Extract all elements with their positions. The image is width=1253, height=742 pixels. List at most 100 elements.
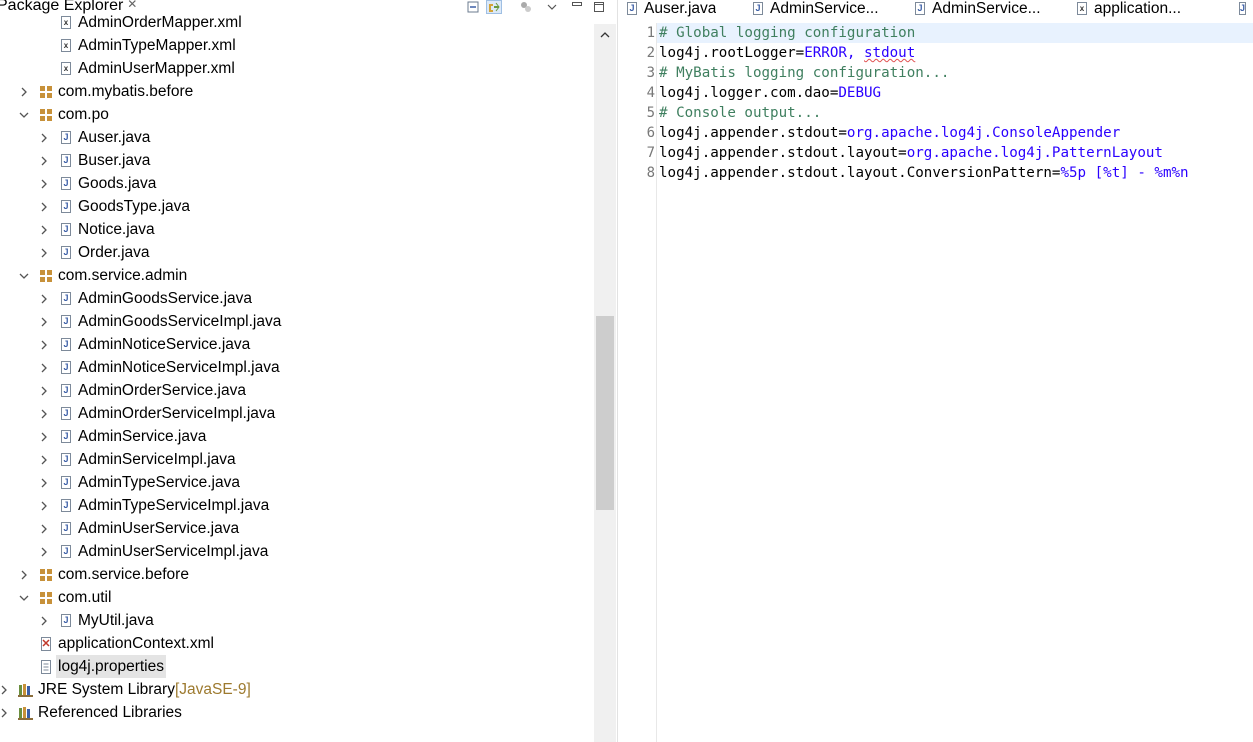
editor-tab[interactable]: JM (1235, 0, 1253, 17)
explorer-scrollbar[interactable] (594, 24, 616, 742)
chevron-right-icon[interactable] (18, 569, 30, 581)
code-line[interactable]: log4j.appender.stdout.layout.ConversionP… (659, 163, 1189, 183)
tree-item-label: com.service.before (58, 566, 189, 583)
chevron-down-icon[interactable] (18, 270, 30, 282)
properties-editor[interactable]: 1 2 3 4 5 6 7 8 # Global logging configuration l… (623, 23, 1253, 742)
tree-item-label: Notice.java (78, 221, 155, 238)
chevron-right-icon[interactable] (0, 707, 10, 719)
tree-item[interactable]: J MyUtil.java (38, 609, 154, 632)
tree-item-label: Order.java (78, 244, 150, 261)
chevron-down-icon[interactable] (18, 109, 30, 121)
tree-item[interactable]: com.util (18, 586, 111, 609)
chevron-right-icon[interactable] (38, 224, 50, 236)
gutter-separator (656, 23, 657, 742)
chevron-right-icon[interactable] (18, 86, 30, 98)
tree-item[interactable]: log4j.properties (18, 655, 166, 678)
chevron-right-icon[interactable] (38, 316, 50, 328)
scroll-up-icon[interactable] (594, 24, 616, 46)
chevron-right-icon[interactable] (38, 339, 50, 351)
tree-item[interactable]: J AdminTypeService.java (38, 471, 240, 494)
code-line[interactable]: log4j.logger.com.dao=DEBUG (659, 83, 881, 103)
key-token: log4j.appender.stdout.layout.ConversionP… (659, 165, 1061, 181)
tree-item[interactable]: com.mybatis.before (18, 80, 193, 103)
minimize-icon[interactable] (569, 0, 585, 14)
scroll-thumb[interactable] (596, 316, 614, 510)
tree-item[interactable]: com.service.before (18, 563, 189, 586)
tree-item-label: AdminTypeServiceImpl.java (78, 497, 270, 514)
tree-item[interactable]: J AdminService.java (38, 425, 206, 448)
code-line[interactable]: log4j.rootLogger=ERROR, stdout (659, 43, 915, 63)
tree-item-label: Goods.java (78, 175, 157, 192)
tree-item-label: com.service.admin (58, 267, 188, 284)
tree-item[interactable]: J Goods.java (38, 172, 156, 195)
code-line[interactable]: log4j.appender.stdout=org.apache.log4j.C… (659, 123, 1120, 143)
java-file-icon: J (61, 154, 71, 167)
tree-item[interactable]: JRE System Library [JavaSE-9] (0, 678, 251, 701)
chevron-right-icon[interactable] (38, 523, 50, 535)
java-file-icon: J (61, 522, 71, 535)
chevron-right-icon[interactable] (38, 247, 50, 259)
key-token: log4j.appender.stdout= (659, 125, 847, 141)
tree-item[interactable]: com.po (18, 103, 109, 126)
tree-item[interactable]: Referenced Libraries (0, 701, 182, 724)
tree-item[interactable]: J Notice.java (38, 218, 155, 241)
code-line[interactable]: # Console output... (659, 103, 821, 123)
tree-item[interactable]: J Auser.java (38, 126, 150, 149)
chevron-right-icon[interactable] (38, 293, 50, 305)
tree-item[interactable]: J Buser.java (38, 149, 150, 172)
editor-tab[interactable]: J AdminService... (749, 0, 879, 17)
chevron-down-icon[interactable] (18, 592, 30, 604)
tree-item[interactable]: J AdminUserService.java (38, 517, 239, 540)
chevron-right-icon[interactable] (38, 408, 50, 420)
tree-item[interactable]: x AdminUserMapper.xml (38, 57, 235, 80)
line-number: 5 (646, 105, 655, 121)
tree-item[interactable]: J AdminGoodsServiceImpl.java (38, 310, 281, 333)
java-file-icon: J (753, 2, 763, 15)
chevron-right-icon[interactable] (38, 385, 50, 397)
chevron-right-icon[interactable] (38, 201, 50, 213)
chevron-right-icon[interactable] (38, 454, 50, 466)
chevron-right-icon[interactable] (38, 431, 50, 443)
link-with-editor-icon[interactable] (486, 0, 502, 14)
code-line[interactable]: log4j.appender.stdout.layout=org.apache.… (659, 143, 1163, 163)
tree-item[interactable]: J AdminOrderService.java (38, 379, 246, 402)
view-menu-icon[interactable] (544, 0, 560, 14)
package-explorer-view: Package Explorer ✕ x AdminOrderMapper.xml x… (0, 0, 617, 742)
value-token: DEBUG (838, 85, 882, 101)
chevron-right-icon[interactable] (38, 477, 50, 489)
editor-tab[interactable]: x application... (1073, 0, 1181, 17)
chevron-right-icon[interactable] (38, 546, 50, 558)
tree-item[interactable]: com.service.admin (18, 264, 187, 287)
comment-token: # Global logging configuration (659, 25, 916, 41)
tree-item[interactable]: J AdminServiceImpl.java (38, 448, 236, 471)
editor-tab[interactable]: J Auser.java (623, 0, 716, 17)
maximize-icon[interactable] (591, 0, 607, 14)
editor-tab[interactable]: J AdminService... (911, 0, 1041, 17)
tree-item-label: log4j.properties (56, 655, 166, 678)
tree-item[interactable]: applicationContext.xml (18, 632, 214, 655)
tree-item[interactable]: J AdminUserServiceImpl.java (38, 540, 268, 563)
collapse-all-icon[interactable] (465, 0, 481, 14)
tree-item[interactable]: x AdminOrderMapper.xml (38, 11, 242, 34)
tree-item[interactable]: J AdminNoticeServiceImpl.java (38, 356, 280, 379)
tree-item[interactable]: x AdminTypeMapper.xml (38, 34, 236, 57)
chevron-right-icon[interactable] (38, 615, 50, 627)
chevron-right-icon[interactable] (38, 500, 50, 512)
chevron-right-icon[interactable] (38, 132, 50, 144)
chevron-right-icon[interactable] (38, 178, 50, 190)
chevron-right-icon[interactable] (38, 362, 50, 374)
chevron-right-icon[interactable] (38, 155, 50, 167)
code-line[interactable]: # Global logging configuration (659, 23, 915, 43)
tree-item[interactable]: J GoodsType.java (38, 195, 190, 218)
tree-item[interactable]: J Order.java (38, 241, 150, 264)
tree-item[interactable]: J AdminOrderServiceImpl.java (38, 402, 275, 425)
close-icon[interactable]: ✕ (127, 0, 137, 11)
value-token: stdout (864, 45, 916, 61)
tree-item[interactable]: J AdminGoodsService.java (38, 287, 252, 310)
chevron-right-icon[interactable] (0, 684, 10, 696)
tree-item[interactable]: J AdminNoticeService.java (38, 333, 250, 356)
editor-tab-bar: J Auser.java J AdminService... J AdminService… (623, 0, 1253, 20)
tree-item[interactable]: J AdminTypeServiceImpl.java (38, 494, 269, 517)
filters-icon[interactable] (518, 0, 534, 14)
code-line[interactable]: # MyBatis logging configuration... (659, 63, 949, 83)
